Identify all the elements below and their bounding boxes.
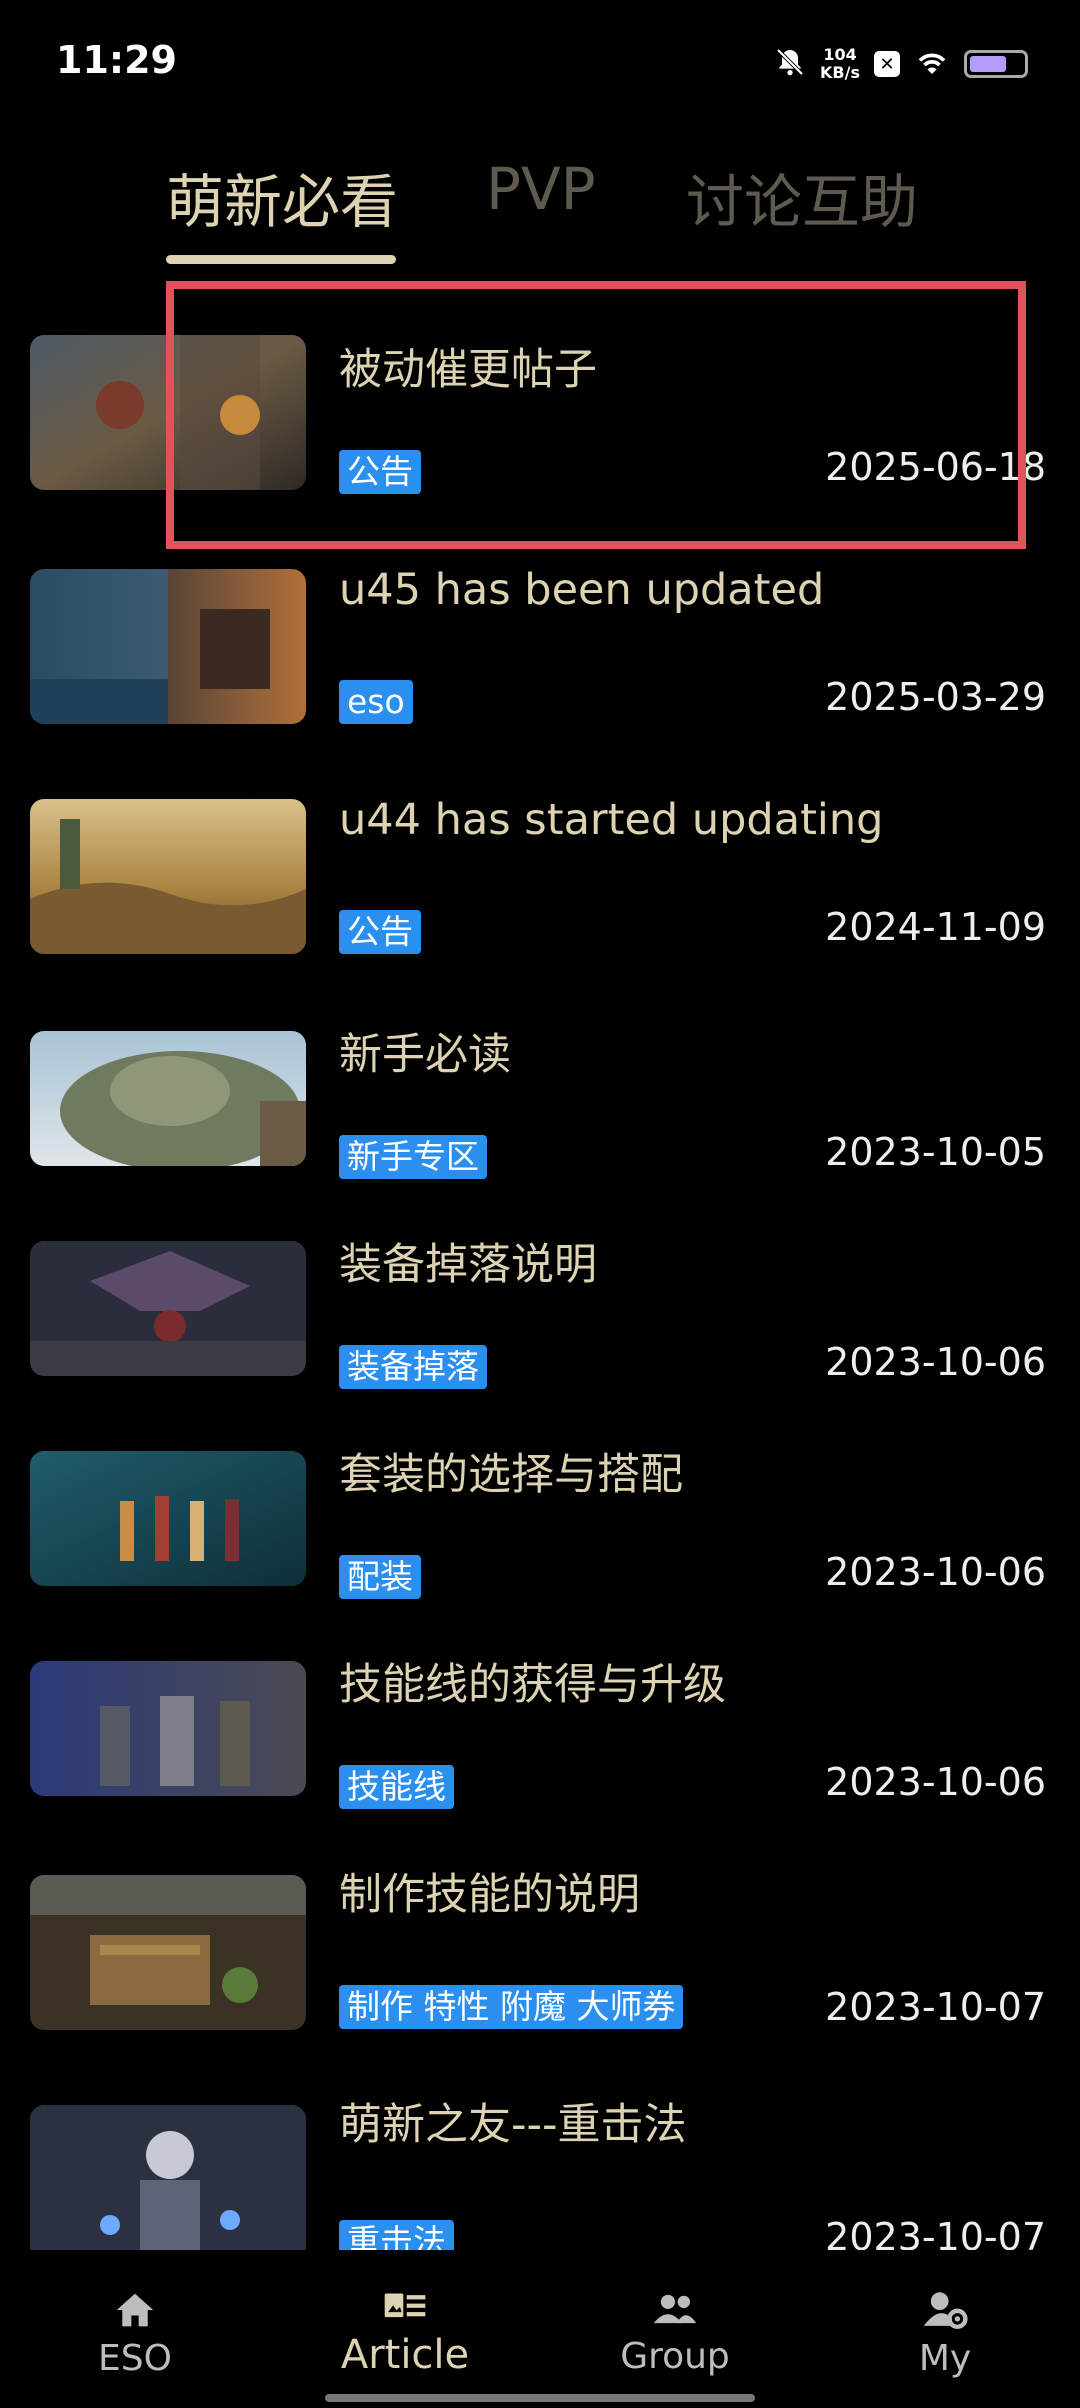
article-thumbnail bbox=[30, 2105, 306, 2250]
article-date: 2023-10-06 bbox=[825, 1760, 1046, 1804]
article-item[interactable]: 套装的选择与搭配 配装 2023-10-06 bbox=[0, 1440, 1080, 1640]
article-tag: 重击法 bbox=[339, 2220, 454, 2250]
article-date: 2023-10-06 bbox=[825, 1550, 1046, 1594]
nav-label: Group bbox=[620, 2336, 730, 2377]
user-settings-icon bbox=[923, 2292, 968, 2330]
article-tag: 新手专区 bbox=[339, 1135, 487, 1179]
bottom-nav: ESO Article Group My bbox=[0, 2250, 1080, 2408]
article-title: 技能线的获得与升级 bbox=[339, 1660, 726, 1710]
article-tag: 公告 bbox=[339, 910, 421, 954]
article-tag: 技能线 bbox=[339, 1765, 454, 1809]
article-tag: 装备掉落 bbox=[339, 1345, 487, 1389]
article-item[interactable]: u45 has been updated eso 2025-03-29 bbox=[0, 565, 1080, 765]
article-date: 2023-10-07 bbox=[825, 1985, 1046, 2029]
home-icon bbox=[116, 2293, 154, 2327]
speed-value: 104 bbox=[823, 45, 857, 64]
article-title: 套装的选择与搭配 bbox=[339, 1450, 683, 1500]
article-item[interactable]: u44 has started updating 公告 2024-11-09 bbox=[0, 795, 1080, 995]
tab-pvp[interactable]: PVP bbox=[486, 155, 596, 223]
article-item[interactable]: 技能线的获得与升级 技能线 2023-10-06 bbox=[0, 1650, 1080, 1850]
article-title: 萌新之友---重击法 bbox=[339, 2100, 687, 2150]
article-title: 装备掉落说明 bbox=[339, 1240, 597, 1290]
highlight-annotation bbox=[166, 281, 1026, 549]
article-thumbnail bbox=[30, 569, 306, 724]
article-tag: eso bbox=[339, 680, 413, 724]
nav-group[interactable]: Group bbox=[575, 2290, 775, 2377]
article-tag: 制作 特性 附魔 大师券 bbox=[339, 1985, 684, 2029]
sim-off-icon: ✕ bbox=[874, 51, 900, 77]
nav-label: Article bbox=[340, 2332, 470, 2378]
article-item[interactable]: 制作技能的说明 制作 特性 附魔 大师券 2023-10-07 bbox=[0, 1860, 1080, 2060]
article-date: 2025-03-29 bbox=[825, 675, 1046, 719]
bell-muted-icon bbox=[774, 46, 806, 82]
tab-newbie[interactable]: 萌新必看 bbox=[166, 155, 398, 239]
article-date: 2023-10-07 bbox=[825, 2215, 1046, 2250]
article-title: 新手必读 bbox=[339, 1030, 511, 1080]
article-tag: 配装 bbox=[339, 1555, 421, 1599]
group-icon bbox=[653, 2294, 697, 2324]
status-icons: 104 KB/s ✕ bbox=[774, 40, 1028, 88]
nav-eso[interactable]: ESO bbox=[35, 2290, 235, 2379]
network-speed: 104 KB/s bbox=[820, 46, 860, 82]
article-title: 制作技能的说明 bbox=[339, 1870, 640, 1920]
article-date: 2023-10-06 bbox=[825, 1340, 1046, 1384]
category-tabs: 萌新必看 PVP 讨论互助 bbox=[0, 150, 1080, 270]
article-item[interactable]: 新手必读 新手专区 2023-10-05 bbox=[0, 1020, 1080, 1220]
speed-unit: KB/s bbox=[820, 63, 860, 82]
article-date: 2023-10-05 bbox=[825, 1130, 1046, 1174]
article-date: 2024-11-09 bbox=[825, 905, 1046, 949]
article-list[interactable]: 被动催更帖子 公告 2025-06-18 u45 has been update… bbox=[0, 300, 1080, 2250]
nav-label: ESO bbox=[98, 2338, 172, 2379]
article-item[interactable]: 萌新之友---重击法 重击法 2023-10-07 bbox=[0, 2090, 1080, 2250]
nav-label: My bbox=[918, 2338, 972, 2379]
article-thumbnail bbox=[30, 799, 306, 954]
battery-icon bbox=[964, 50, 1028, 78]
status-time: 11:29 bbox=[56, 38, 177, 82]
article-icon bbox=[384, 2293, 426, 2318]
home-indicator[interactable] bbox=[325, 2394, 755, 2402]
article-thumbnail bbox=[30, 1875, 306, 2030]
article-item[interactable]: 装备掉落说明 装备掉落 2023-10-06 bbox=[0, 1230, 1080, 1430]
article-thumbnail bbox=[30, 1661, 306, 1796]
article-thumbnail bbox=[30, 1031, 306, 1166]
nav-my[interactable]: My bbox=[845, 2290, 1045, 2379]
active-tab-indicator bbox=[166, 255, 396, 264]
article-title: u44 has started updating bbox=[339, 795, 884, 845]
wifi-icon bbox=[914, 47, 950, 81]
nav-article[interactable]: Article bbox=[305, 2290, 505, 2378]
tab-discussion[interactable]: 讨论互助 bbox=[686, 155, 918, 239]
article-thumbnail bbox=[30, 1451, 306, 1586]
status-bar: 11:29 104 KB/s ✕ bbox=[0, 0, 1080, 130]
article-title: u45 has been updated bbox=[339, 565, 825, 615]
article-thumbnail bbox=[30, 1241, 306, 1376]
